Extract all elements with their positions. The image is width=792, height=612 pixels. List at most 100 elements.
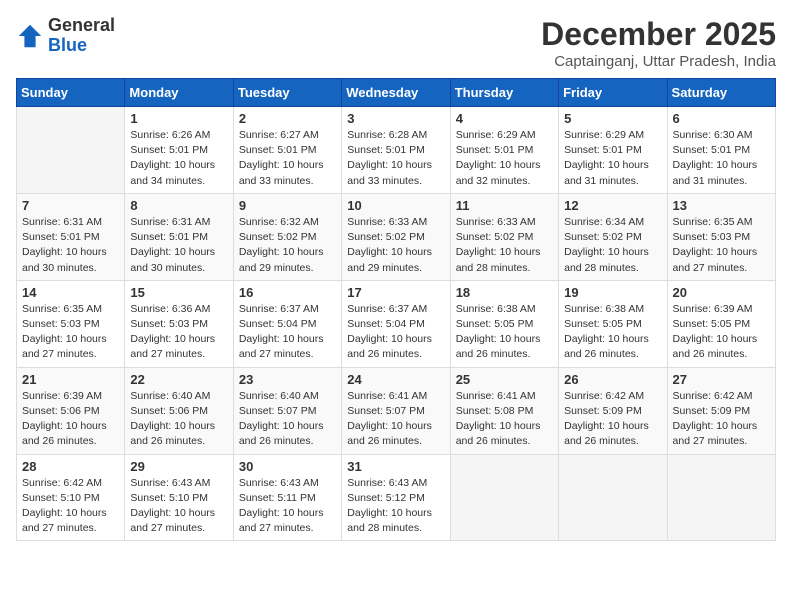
day-info: Sunrise: 6:29 AM Sunset: 5:01 PM Dayligh… <box>456 128 553 189</box>
calendar-cell: 2 Sunrise: 6:27 AM Sunset: 5:01 PM Daylig… <box>233 107 341 194</box>
day-info: Sunrise: 6:35 AM Sunset: 5:03 PM Dayligh… <box>673 215 770 276</box>
day-number: 31 <box>347 459 444 474</box>
calendar-cell: 29 Sunrise: 6:43 AM Sunset: 5:10 PM Dayli… <box>125 454 233 541</box>
day-info: Sunrise: 6:38 AM Sunset: 5:05 PM Dayligh… <box>456 302 553 363</box>
day-number: 27 <box>673 372 770 387</box>
calendar-cell: 28Sunrise: 6:42 AM Sunset: 5:10 PM Dayli… <box>17 454 125 541</box>
day-info: Sunrise: 6:41 AM Sunset: 5:08 PM Dayligh… <box>456 389 553 450</box>
day-info: Sunrise: 6:28 AM Sunset: 5:01 PM Dayligh… <box>347 128 444 189</box>
calendar-cell: 5Sunrise: 6:29 AM Sunset: 5:01 PM Daylig… <box>559 107 667 194</box>
day-number: 11 <box>456 198 553 213</box>
day-info: Sunrise: 6:39 AM Sunset: 5:06 PM Dayligh… <box>22 389 119 450</box>
calendar-cell: 25 Sunrise: 6:41 AM Sunset: 5:08 PM Dayli… <box>450 367 558 454</box>
calendar-table: SundayMondayTuesdayWednesdayThursdayFrid… <box>16 78 776 541</box>
day-number: 26 <box>564 372 661 387</box>
weekday-header-tuesday: Tuesday <box>233 79 341 107</box>
day-info: Sunrise: 6:34 AM Sunset: 5:02 PM Dayligh… <box>564 215 661 276</box>
day-info: Sunrise: 6:42 AM Sunset: 5:09 PM Dayligh… <box>673 389 770 450</box>
day-number: 23 <box>239 372 336 387</box>
calendar-week-row: 21 Sunrise: 6:39 AM Sunset: 5:06 PM Dayli… <box>17 367 776 454</box>
day-info: Sunrise: 6:43 AM Sunset: 5:12 PM Dayligh… <box>347 476 444 537</box>
weekday-header-row: SundayMondayTuesdayWednesdayThursdayFrid… <box>17 79 776 107</box>
day-info: Sunrise: 6:29 AM Sunset: 5:01 PM Dayligh… <box>564 128 661 189</box>
calendar-cell: 18Sunrise: 6:38 AM Sunset: 5:05 PM Dayli… <box>450 280 558 367</box>
page-header: General Blue December 2025 Captainganj, … <box>16 16 776 70</box>
day-number: 2 <box>239 111 336 126</box>
day-info: Sunrise: 6:35 AM Sunset: 5:03 PM Dayligh… <box>22 302 119 363</box>
day-number: 24 <box>347 372 444 387</box>
day-info: Sunrise: 6:31 AM Sunset: 5:01 PM Dayligh… <box>22 215 119 276</box>
calendar-body: 1Sunrise: 6:26 AM Sunset: 5:01 PM Daylig… <box>17 107 776 541</box>
logo-general-text: General <box>48 15 115 35</box>
calendar-cell: 13 Sunrise: 6:35 AM Sunset: 5:03 PM Dayli… <box>667 193 775 280</box>
month-title: December 2025 <box>541 16 776 53</box>
weekday-header-saturday: Saturday <box>667 79 775 107</box>
day-info: Sunrise: 6:41 AM Sunset: 5:07 PM Dayligh… <box>347 389 444 450</box>
day-info: Sunrise: 6:30 AM Sunset: 5:01 PM Dayligh… <box>673 128 770 189</box>
day-info: Sunrise: 6:42 AM Sunset: 5:09 PM Dayligh… <box>564 389 661 450</box>
calendar-cell <box>17 107 125 194</box>
logo-text: General Blue <box>48 16 115 56</box>
day-number: 17 <box>347 285 444 300</box>
calendar-cell: 16 Sunrise: 6:37 AM Sunset: 5:04 PM Dayli… <box>233 280 341 367</box>
day-info: Sunrise: 6:40 AM Sunset: 5:06 PM Dayligh… <box>130 389 227 450</box>
day-info: Sunrise: 6:39 AM Sunset: 5:05 PM Dayligh… <box>673 302 770 363</box>
day-number: 15 <box>130 285 227 300</box>
day-info: Sunrise: 6:32 AM Sunset: 5:02 PM Dayligh… <box>239 215 336 276</box>
calendar-week-row: 1Sunrise: 6:26 AM Sunset: 5:01 PM Daylig… <box>17 107 776 194</box>
day-info: Sunrise: 6:43 AM Sunset: 5:11 PM Dayligh… <box>239 476 336 537</box>
day-number: 29 <box>130 459 227 474</box>
calendar-cell: 22 Sunrise: 6:40 AM Sunset: 5:06 PM Dayli… <box>125 367 233 454</box>
day-number: 19 <box>564 285 661 300</box>
calendar-cell <box>667 454 775 541</box>
day-number: 25 <box>456 372 553 387</box>
day-number: 14 <box>22 285 119 300</box>
day-number: 10 <box>347 198 444 213</box>
calendar-week-row: 7 Sunrise: 6:31 AM Sunset: 5:01 PM Daylig… <box>17 193 776 280</box>
calendar-cell: 9 Sunrise: 6:32 AM Sunset: 5:02 PM Daylig… <box>233 193 341 280</box>
day-number: 9 <box>239 198 336 213</box>
calendar-cell: 11Sunrise: 6:33 AM Sunset: 5:02 PM Dayli… <box>450 193 558 280</box>
logo-icon <box>16 22 44 50</box>
calendar-cell: 14 Sunrise: 6:35 AM Sunset: 5:03 PM Dayli… <box>17 280 125 367</box>
calendar-cell <box>559 454 667 541</box>
day-info: Sunrise: 6:40 AM Sunset: 5:07 PM Dayligh… <box>239 389 336 450</box>
title-area: December 2025 Captainganj, Uttar Pradesh… <box>541 16 776 70</box>
calendar-cell <box>450 454 558 541</box>
weekday-header-friday: Friday <box>559 79 667 107</box>
day-number: 8 <box>130 198 227 213</box>
calendar-cell: 1Sunrise: 6:26 AM Sunset: 5:01 PM Daylig… <box>125 107 233 194</box>
day-number: 12 <box>564 198 661 213</box>
day-info: Sunrise: 6:36 AM Sunset: 5:03 PM Dayligh… <box>130 302 227 363</box>
day-number: 22 <box>130 372 227 387</box>
weekday-header-wednesday: Wednesday <box>342 79 450 107</box>
day-number: 16 <box>239 285 336 300</box>
location: Captainganj, Uttar Pradesh, India <box>541 53 776 70</box>
day-number: 4 <box>456 111 553 126</box>
calendar-cell: 8Sunrise: 6:31 AM Sunset: 5:01 PM Daylig… <box>125 193 233 280</box>
day-number: 7 <box>22 198 119 213</box>
calendar-cell: 23 Sunrise: 6:40 AM Sunset: 5:07 PM Dayli… <box>233 367 341 454</box>
day-info: Sunrise: 6:27 AM Sunset: 5:01 PM Dayligh… <box>239 128 336 189</box>
calendar-cell: 15 Sunrise: 6:36 AM Sunset: 5:03 PM Dayli… <box>125 280 233 367</box>
calendar-cell: 4 Sunrise: 6:29 AM Sunset: 5:01 PM Daylig… <box>450 107 558 194</box>
calendar-cell: 26 Sunrise: 6:42 AM Sunset: 5:09 PM Dayli… <box>559 367 667 454</box>
day-number: 20 <box>673 285 770 300</box>
calendar-cell: 10 Sunrise: 6:33 AM Sunset: 5:02 PM Dayli… <box>342 193 450 280</box>
calendar-cell: 3 Sunrise: 6:28 AM Sunset: 5:01 PM Daylig… <box>342 107 450 194</box>
day-info: Sunrise: 6:43 AM Sunset: 5:10 PM Dayligh… <box>130 476 227 537</box>
day-number: 30 <box>239 459 336 474</box>
day-number: 13 <box>673 198 770 213</box>
day-number: 21 <box>22 372 119 387</box>
day-info: Sunrise: 6:37 AM Sunset: 5:04 PM Dayligh… <box>239 302 336 363</box>
calendar-week-row: 28Sunrise: 6:42 AM Sunset: 5:10 PM Dayli… <box>17 454 776 541</box>
day-info: Sunrise: 6:33 AM Sunset: 5:02 PM Dayligh… <box>347 215 444 276</box>
calendar-cell: 6Sunrise: 6:30 AM Sunset: 5:01 PM Daylig… <box>667 107 775 194</box>
calendar-cell: 12 Sunrise: 6:34 AM Sunset: 5:02 PM Dayli… <box>559 193 667 280</box>
weekday-header-sunday: Sunday <box>17 79 125 107</box>
calendar-cell: 21 Sunrise: 6:39 AM Sunset: 5:06 PM Dayli… <box>17 367 125 454</box>
weekday-header-thursday: Thursday <box>450 79 558 107</box>
day-number: 3 <box>347 111 444 126</box>
day-number: 1 <box>130 111 227 126</box>
day-number: 28 <box>22 459 119 474</box>
